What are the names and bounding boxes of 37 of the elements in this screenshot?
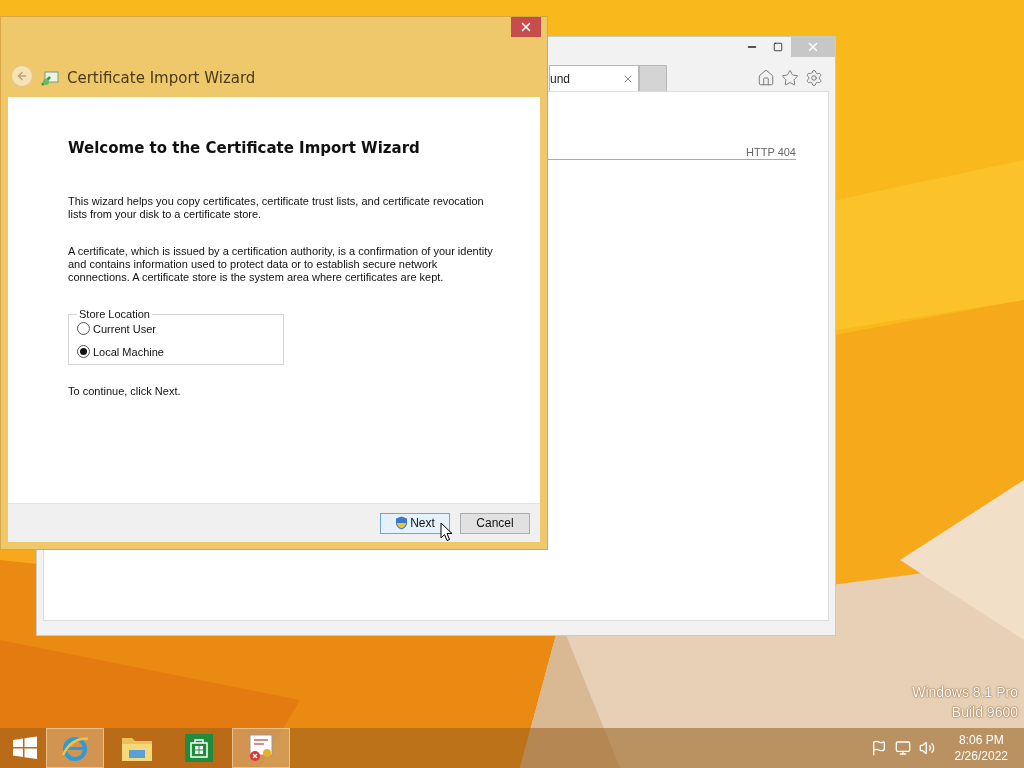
speaker-icon[interactable] xyxy=(918,740,935,756)
mouse-pointer-icon xyxy=(440,522,453,542)
radio-label[interactable]: Local Machine xyxy=(93,345,164,358)
taskbar-app-button[interactable] xyxy=(232,728,290,768)
taskbar-app-button[interactable] xyxy=(46,728,104,768)
close-icon xyxy=(806,40,820,54)
close-icon xyxy=(519,20,533,34)
radio-label[interactable]: Current User xyxy=(93,322,156,335)
edition-text: Build 9600 xyxy=(951,704,1018,720)
certificate-icon xyxy=(246,733,276,763)
back-arrow-icon xyxy=(16,70,28,82)
dialog-title: Certificate Import Wizard xyxy=(67,69,256,87)
wizard-heading: Welcome to the Certificate Import Wizard xyxy=(68,139,421,157)
network-icon[interactable] xyxy=(894,740,911,756)
close-button[interactable] xyxy=(511,17,541,37)
back-button[interactable] xyxy=(11,65,33,87)
flag-icon[interactable] xyxy=(870,740,887,756)
home-icon[interactable] xyxy=(757,69,775,87)
maximize-icon xyxy=(773,42,783,52)
star-icon[interactable] xyxy=(781,69,799,87)
radio-button[interactable] xyxy=(77,322,90,335)
description-text: A certificate, which is issued by a certification authority, is a confirmation of your identity and contains information used to protect data or to establish secure network connections. A certificate store is the system area where certificates are kept. xyxy=(68,245,493,284)
radio-button[interactable] xyxy=(77,345,90,358)
certificate-icon xyxy=(41,71,59,87)
browser-tab[interactable]: und xyxy=(549,65,639,91)
clock-time: 8:06 PM xyxy=(958,733,1004,747)
description-text: This wizard helps you copy certificates, certificate trust lists, and certificate revocation lists from your disk to a certificate store. xyxy=(68,195,485,221)
group-label: Store Location xyxy=(78,308,151,320)
shopping-bag-icon xyxy=(184,733,214,763)
next-button[interactable]: Next xyxy=(380,512,450,534)
tab-title: und xyxy=(550,71,571,86)
settings-icon[interactable] xyxy=(805,69,823,87)
instruction-text: To continue, click Next. xyxy=(68,385,182,397)
cancel-button[interactable]: Cancel xyxy=(460,512,530,534)
edition-text: Windows 8.1 Pro xyxy=(912,684,1018,700)
shield-icon xyxy=(395,516,409,530)
clock-date: 2/26/2022 xyxy=(954,749,1008,763)
